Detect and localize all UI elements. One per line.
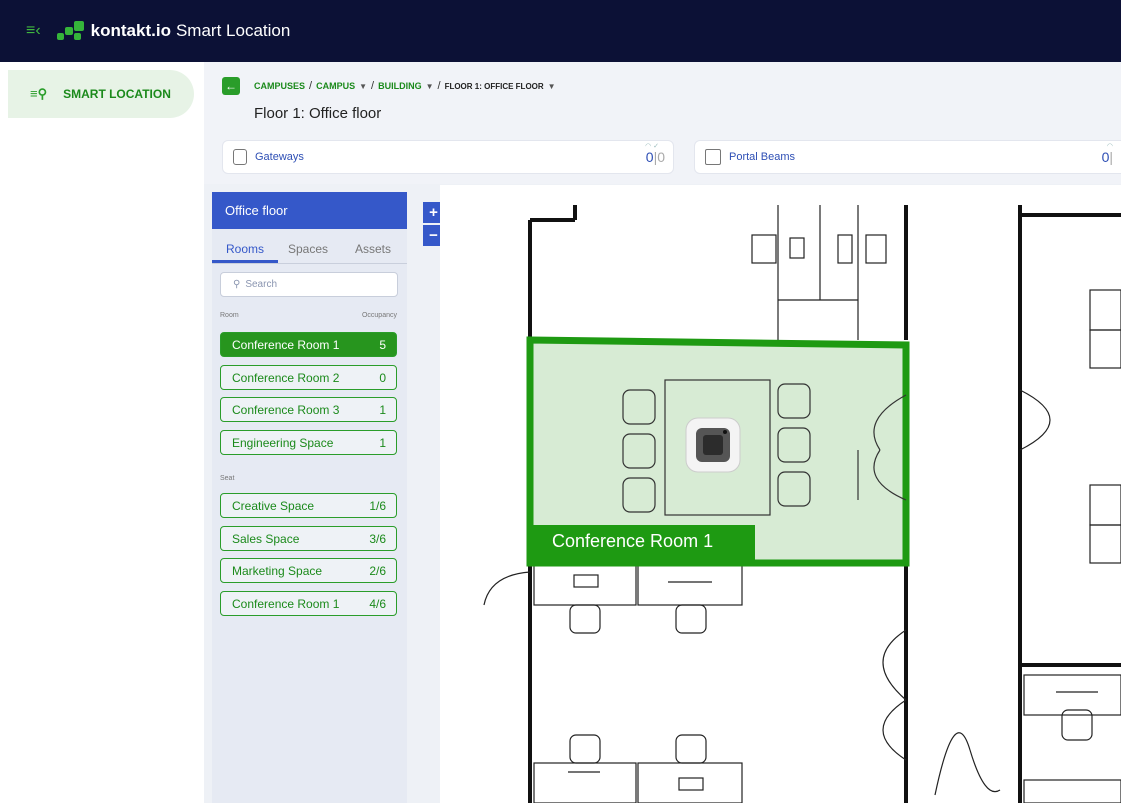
top-bar: ≡‹ kontakt.io Smart Location (0, 0, 1121, 62)
breadcrumb-separator: / (371, 80, 375, 92)
room-item[interactable]: Conference Room 3 1 (220, 397, 397, 422)
chevron-down-icon[interactable]: ▼ (359, 82, 367, 91)
search-icon: ⚲ (233, 279, 241, 290)
seat-name: Creative Space (232, 498, 315, 513)
kontakt-logo-icon (56, 21, 85, 41)
room-name: Conference Room 3 (232, 402, 340, 417)
room-name: Conference Room 1 (232, 337, 340, 352)
search-placeholder: Search (245, 279, 278, 290)
tab-spaces[interactable]: Spaces (288, 242, 328, 256)
gateways-label: Gateways (255, 151, 304, 163)
page-header: ← CAMPUSES / CAMPUS ▼ / BUILDING ▼ / FLO… (204, 62, 1121, 184)
breadcrumb-separator: / (309, 80, 313, 92)
seat-name: Sales Space (232, 531, 300, 546)
gateways-card[interactable]: Gateways ◠ ✓ 0|0 (222, 140, 674, 174)
room-name: Engineering Space (232, 435, 334, 450)
portal-beams-count: 0| (1101, 149, 1113, 165)
map-room-label: Conference Room 1 (552, 531, 714, 551)
seat-item[interactable]: Sales Space 3/6 (220, 526, 397, 551)
room-name: Conference Room 2 (232, 370, 340, 385)
seat-item[interactable]: Conference Room 1 4/6 (220, 591, 397, 616)
portal-beam-icon (705, 149, 721, 165)
floor-panel: Office floor Rooms Spaces Assets ⚲ Searc… (212, 192, 407, 803)
seat-occupancy: 2/6 (369, 563, 386, 578)
brand-name: kontakt.io (90, 21, 171, 40)
breadcrumb-floor[interactable]: FLOOR 1: OFFICE FLOOR (445, 82, 544, 91)
seat-name: Conference Room 1 (232, 596, 340, 611)
seat-item[interactable]: Marketing Space 2/6 (220, 558, 397, 583)
nav-item-smart-location[interactable]: ≡⚲ SMART LOCATION (8, 70, 194, 118)
column-room: Room (220, 312, 239, 319)
portal-beams-label: Portal Beams (729, 151, 796, 163)
nav-item-label: SMART LOCATION (63, 87, 171, 101)
sensor-device-icon[interactable] (685, 417, 741, 473)
seat-section-label: Seat (220, 475, 235, 482)
active-tab-indicator (212, 260, 278, 263)
room-occupancy: 1 (379, 435, 386, 450)
product-name: Smart Location (175, 21, 291, 40)
page-title: Floor 1: Office floor (254, 105, 382, 122)
location-list-icon: ≡⚲ (30, 86, 48, 101)
tab-rooms[interactable]: Rooms (226, 242, 264, 256)
room-item[interactable]: Engineering Space 1 (220, 430, 397, 455)
column-occupancy: Occupancy (361, 312, 397, 319)
gateways-count: 0|0 (645, 149, 665, 165)
floor-plan-map[interactable] (440, 185, 1121, 803)
breadcrumb-campus[interactable]: CAMPUS (316, 81, 355, 91)
collapse-menu-icon[interactable]: ≡‹ (26, 22, 41, 40)
portal-beams-card[interactable]: Portal Beams ◠ 0| (694, 140, 1121, 174)
room-occupancy: 1 (379, 402, 386, 417)
room-item[interactable]: Conference Room 2 0 (220, 365, 397, 390)
seat-occupancy: 4/6 (369, 596, 386, 611)
breadcrumb: CAMPUSES / CAMPUS ▼ / BUILDING ▼ / FLOOR… (254, 80, 556, 92)
breadcrumb-separator: / (437, 80, 441, 92)
seat-occupancy: 1/6 (369, 498, 386, 513)
seat-occupancy: 3/6 (369, 531, 386, 546)
chevron-down-icon[interactable]: ▼ (548, 82, 556, 91)
chevron-down-icon[interactable]: ▼ (426, 82, 434, 91)
back-button[interactable]: ← (222, 77, 240, 95)
room-occupancy: 0 (379, 370, 386, 385)
room-item[interactable]: Conference Room 1 5 (220, 332, 397, 357)
panel-title: Office floor (212, 192, 407, 229)
gateway-icon (233, 149, 247, 165)
search-input[interactable]: ⚲ Search (220, 272, 398, 297)
seat-name: Marketing Space (232, 563, 323, 578)
tab-assets[interactable]: Assets (355, 242, 391, 256)
breadcrumb-campuses[interactable]: CAMPUSES (254, 81, 305, 91)
seat-item[interactable]: Creative Space 1/6 (220, 493, 397, 518)
room-occupancy: 5 (379, 337, 386, 352)
left-navigation: ≡⚲ SMART LOCATION (0, 62, 204, 803)
breadcrumb-building[interactable]: BUILDING (378, 81, 422, 91)
